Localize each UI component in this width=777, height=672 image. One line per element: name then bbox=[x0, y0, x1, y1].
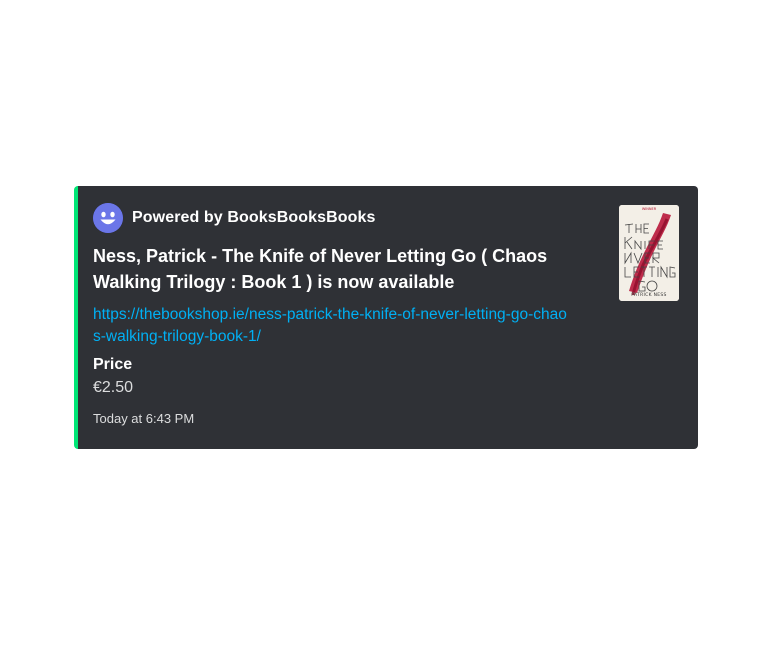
cover-author-text: PATRICK NESS bbox=[631, 293, 667, 298]
message-embed: Powered by BooksBooksBooks Ness, Patrick… bbox=[74, 186, 698, 449]
cover-badge-text: WINNER bbox=[641, 207, 657, 211]
embed-author: Powered by BooksBooksBooks bbox=[93, 203, 376, 233]
embed-url-link[interactable]: https://thebookshop.ie/ness-patrick-the-… bbox=[93, 304, 573, 348]
book-cover-art bbox=[619, 205, 679, 301]
smiley-face-icon bbox=[93, 203, 123, 233]
field-price-name: Price bbox=[93, 356, 133, 373]
field-price-value: €2.50 bbox=[93, 379, 134, 396]
embed-author-name: Powered by BooksBooksBooks bbox=[132, 209, 376, 226]
embed-timestamp: Today at 6:43 PM bbox=[93, 411, 195, 426]
embed-title: Ness, Patrick - The Knife of Never Letti… bbox=[93, 246, 548, 292]
book-cover-thumbnail[interactable]: WINNER PATRICK NESS bbox=[619, 205, 679, 301]
